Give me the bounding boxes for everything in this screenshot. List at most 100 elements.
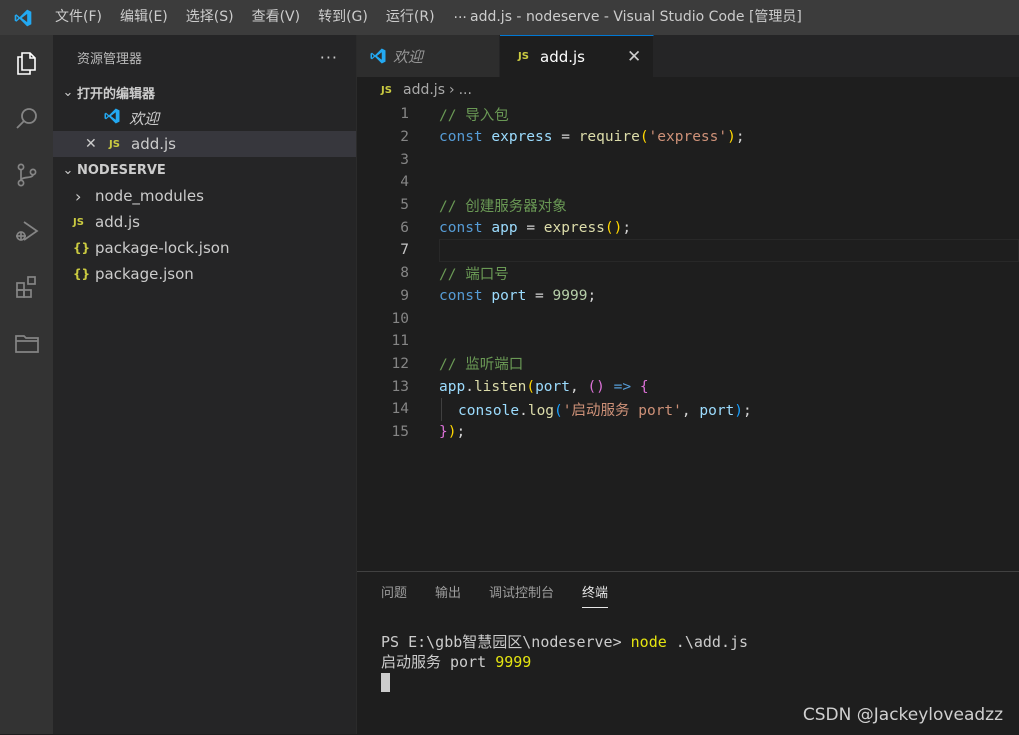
token: app — [439, 378, 466, 395]
token: 9999 — [552, 287, 588, 304]
tree-item-package-lock[interactable]: {} package-lock.json — [53, 235, 356, 261]
menu-edit[interactable]: 编辑(E) — [111, 0, 177, 35]
code-text: // 创建服务器对象 — [439, 198, 567, 215]
terminal-cursor — [381, 673, 390, 692]
code-text: // 监听端口 — [439, 357, 524, 374]
token: express — [491, 129, 553, 146]
token: => — [604, 378, 640, 395]
code-line: 4 — [357, 171, 1019, 194]
token: ) — [727, 129, 736, 146]
code-text: const port = 9999; — [439, 288, 596, 304]
token: = — [517, 219, 544, 236]
bottom-panel: 问题 输出 调试控制台 终端 PS E:\gbb智慧园区\nodeserve> … — [357, 571, 1019, 735]
token: ; — [587, 287, 597, 304]
title-bar: 文件(F) 编辑(E) 选择(S) 查看(V) 转到(G) 运行(R) ··· … — [0, 0, 1019, 35]
token: ; — [456, 423, 466, 440]
tree-item-addjs[interactable]: JS add.js — [53, 209, 356, 235]
code-text: console.log('启动服务 port', port); — [458, 399, 752, 420]
open-editor-item-welcome[interactable]: 欢迎 — [53, 105, 356, 131]
token: . — [465, 378, 474, 395]
tab-welcome[interactable]: 欢迎 — [357, 35, 500, 77]
panel-tabs: 问题 输出 调试控制台 终端 — [357, 572, 1019, 616]
code-line: 9 const port = 9999; — [357, 285, 1019, 308]
open-editor-label: 欢迎 — [129, 109, 160, 128]
tab-debug-console[interactable]: 调试控制台 — [489, 572, 554, 616]
breadcrumb-file[interactable]: add.js — [403, 82, 445, 98]
token: const — [439, 129, 483, 146]
token: ; — [735, 129, 745, 146]
menu-file[interactable]: 文件(F) — [46, 0, 111, 35]
code-line: 5 // 创建服务器对象 — [357, 194, 1019, 217]
token: ( — [554, 402, 563, 419]
tab-problems[interactable]: 问题 — [381, 572, 407, 616]
current-line-highlight — [439, 239, 1019, 262]
line-number: 5 — [400, 197, 409, 214]
code-editor[interactable]: 1 // 导入包 2 const express = require('expr… — [357, 103, 1019, 443]
menu-selection[interactable]: 选择(S) — [177, 0, 243, 35]
token: , — [681, 402, 700, 419]
breadcrumb-symbols[interactable]: ... — [459, 82, 472, 98]
terminal-args: .\add.js — [666, 633, 749, 651]
line-number: 13 — [391, 378, 409, 395]
menu-go[interactable]: 转到(G) — [309, 0, 377, 35]
open-editor-item-addjs[interactable]: ✕ JS add.js — [53, 131, 356, 157]
line-number: 12 — [391, 355, 409, 372]
terminal-output-number: 9999 — [495, 653, 532, 671]
menu-run[interactable]: 运行(R) — [377, 0, 444, 35]
close-icon[interactable]: ✕ — [85, 136, 109, 152]
code-line: 13 app.listen(port, () => { — [357, 375, 1019, 398]
tab-bar: 欢迎 JS add.js ✕ — [357, 35, 1019, 77]
tab-output[interactable]: 输出 — [435, 572, 461, 616]
code-line: 10 — [357, 307, 1019, 330]
line-number: 11 — [391, 333, 409, 350]
tree-item-label: add.js — [95, 213, 140, 231]
code-text: const app = express(); — [439, 220, 631, 236]
vscode-logo-icon — [0, 0, 46, 35]
tree-item-package[interactable]: {} package.json — [53, 261, 356, 287]
tree-item-label: package.json — [95, 265, 194, 283]
code-line: 6 const app = express(); — [357, 216, 1019, 239]
js-icon: JS — [381, 84, 392, 96]
tree-item-node-modules[interactable]: › node_modules — [53, 183, 356, 209]
menu-view[interactable]: 查看(V) — [243, 0, 310, 35]
token: ( — [639, 129, 649, 146]
token: } — [439, 423, 448, 440]
extensions-icon[interactable] — [0, 259, 53, 315]
line-number: 15 — [391, 423, 409, 440]
close-tab-button[interactable]: ✕ — [627, 47, 641, 67]
token: port — [535, 378, 570, 395]
search-icon[interactable] — [0, 91, 53, 147]
watermark: CSDN @Jackeyloveadzz — [802, 705, 1003, 725]
indent-guide — [441, 397, 442, 421]
activity-bar — [0, 35, 53, 734]
line-number: 4 — [400, 174, 409, 191]
terminal[interactable]: PS E:\gbb智慧园区\nodeserve> node .\add.js 启… — [381, 632, 748, 692]
code-text: // 导入包 — [439, 107, 509, 124]
tab-label: 欢迎 — [393, 47, 424, 66]
breadcrumb-separator: › — [449, 82, 455, 98]
token: { — [639, 378, 649, 395]
open-editors-header[interactable]: ⌄ 打开的编辑器 — [53, 79, 356, 105]
line-number: 10 — [391, 310, 409, 327]
tab-addjs[interactable]: JS add.js ✕ — [500, 35, 655, 77]
token: listen — [473, 378, 527, 395]
line-number: 1 — [400, 106, 409, 123]
folder-header[interactable]: ⌄ NODESERVE — [53, 157, 356, 183]
menu-bar: 文件(F) 编辑(E) 选择(S) 查看(V) 转到(G) 运行(R) ··· — [46, 0, 477, 35]
js-icon: JS — [518, 51, 529, 62]
chevron-right-icon: › — [75, 186, 82, 206]
run-debug-icon[interactable] — [0, 203, 53, 259]
remote-explorer-icon[interactable] — [0, 315, 53, 371]
token: 'express' — [648, 129, 728, 146]
tab-terminal[interactable]: 终端 — [582, 572, 609, 616]
line-number: 7 — [400, 242, 409, 259]
token: app — [491, 219, 518, 236]
sidebar-more-button[interactable]: ··· — [320, 48, 338, 67]
line-number: 9 — [400, 287, 409, 304]
token: log — [527, 402, 555, 419]
js-icon: JS — [109, 138, 120, 150]
explorer-icon[interactable] — [0, 35, 53, 91]
token: console — [458, 402, 520, 419]
code-line-current: 7 — [357, 239, 1019, 262]
source-control-icon[interactable] — [0, 147, 53, 203]
